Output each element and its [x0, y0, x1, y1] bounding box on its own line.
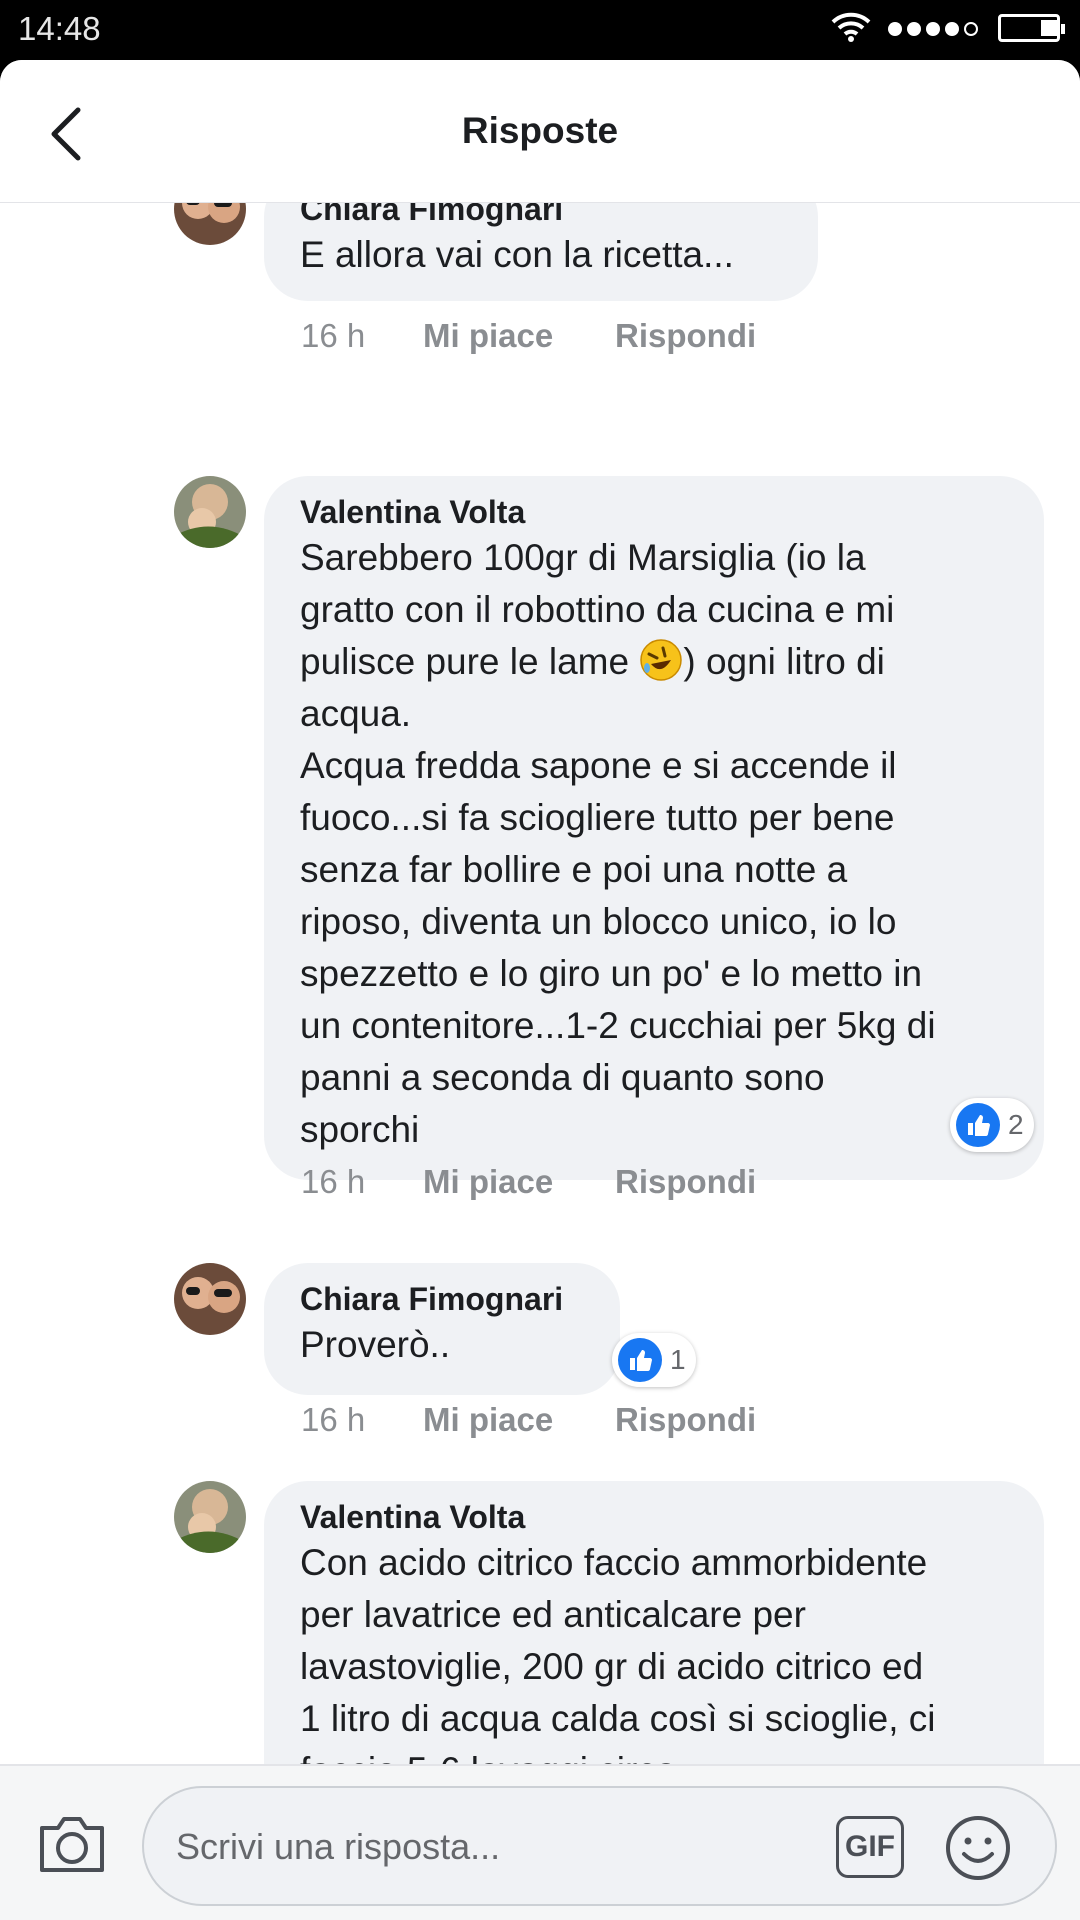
thumbs-up-icon — [956, 1103, 1000, 1147]
comment-actions: 16 h Mi piace Rispondi — [301, 317, 756, 355]
reaction-summary[interactable]: 1 — [612, 1333, 696, 1387]
avatar[interactable] — [174, 203, 246, 245]
comment-bubble[interactable]: Chiara Fimognari E allora vai con la ric… — [264, 203, 818, 301]
comment-bubble[interactable]: Valentina Volta Sarebbero 100gr di Marsi… — [264, 476, 1044, 1180]
reply-button[interactable]: Rispondi — [615, 1401, 756, 1439]
reply-button[interactable]: Rispondi — [615, 317, 756, 355]
replies-sheet: Risposte Chiara Fimognari E allora vai c… — [0, 60, 1080, 1920]
rolling-laughing-emoji-icon — [640, 639, 683, 681]
comment-text: Proverò.. — [300, 1324, 451, 1365]
comment-time[interactable]: 16 h — [301, 317, 423, 355]
comment-author[interactable]: Chiara Fimognari — [300, 203, 782, 229]
comment-text: Sarebbero 100gr di Marsiglia (io la grat… — [300, 537, 936, 1150]
signal-icon — [888, 22, 978, 36]
reply-button[interactable]: Rispondi — [615, 1163, 756, 1201]
page-title: Risposte — [461, 110, 619, 151]
reply-input[interactable]: Scrivi una risposta... GIF — [142, 1786, 1057, 1906]
battery-icon — [998, 14, 1065, 42]
like-button[interactable]: Mi piace — [423, 1163, 615, 1201]
comment-text: E allora vai con la ricetta... — [300, 234, 734, 275]
avatar[interactable] — [174, 1481, 246, 1553]
reaction-summary[interactable]: 2 — [950, 1098, 1034, 1152]
comment-bubble[interactable]: Chiara Fimognari Proverò.. — [264, 1263, 620, 1395]
comment-author[interactable]: Valentina Volta — [300, 492, 1008, 532]
comment-time[interactable]: 16 h — [301, 1163, 423, 1201]
wifi-icon — [831, 12, 871, 42]
avatar[interactable] — [174, 476, 246, 548]
smiley-icon[interactable] — [944, 1814, 1012, 1882]
comment-actions: 16 h Mi piace Rispondi — [301, 1163, 756, 1201]
reaction-count: 2 — [1008, 1109, 1024, 1140]
comment-author[interactable]: Chiara Fimognari — [300, 1279, 584, 1319]
reply-composer: Scrivi una risposta... GIF — [0, 1764, 1080, 1920]
comment-text: Con acido citrico faccio ammorbidente pe… — [300, 1542, 936, 1791]
thumbs-up-icon — [618, 1338, 662, 1382]
camera-icon[interactable] — [36, 1810, 108, 1876]
gif-button[interactable]: GIF — [836, 1816, 904, 1878]
status-bar: 14:48 — [0, 0, 1080, 60]
reaction-count: 1 — [670, 1344, 686, 1375]
reply-input-placeholder: Scrivi una risposta... — [176, 1826, 501, 1867]
replies-list[interactable]: Chiara Fimognari E allora vai con la ric… — [0, 203, 1080, 1823]
comment-author[interactable]: Valentina Volta — [300, 1497, 1008, 1537]
like-button[interactable]: Mi piace — [423, 317, 615, 355]
like-button[interactable]: Mi piace — [423, 1401, 615, 1439]
avatar[interactable] — [174, 1263, 246, 1335]
status-time: 14:48 — [18, 10, 101, 47]
comment-actions: 16 h Mi piace Rispondi — [301, 1401, 756, 1439]
header: Risposte — [0, 60, 1080, 203]
comment-time[interactable]: 16 h — [301, 1401, 423, 1439]
